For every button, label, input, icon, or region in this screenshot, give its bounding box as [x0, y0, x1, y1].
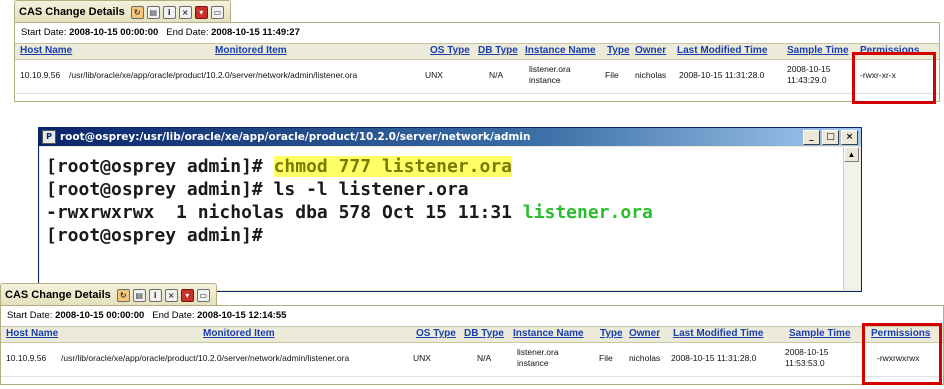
col-os-type[interactable]: OS Type [430, 45, 470, 56]
cell-sample-2: 11:43:29.0 [787, 75, 827, 85]
panel-tab[interactable]: CAS Change Details ↻ ▤ i × ▾ ▭ [0, 283, 217, 306]
date-range: Start Date: 2008-10-15 00:00:00 End Date… [7, 310, 286, 321]
close-icon[interactable]: × [178, 5, 192, 19]
terminal-title: root@osprey:/usr/lib/oracle/xe/app/oracl… [60, 131, 531, 143]
terminal-line-1: [root@osprey admin]# chmod 777 listener.… [46, 156, 512, 178]
panel-tab[interactable]: CAS Change Details ↻ ▤ i × ▾ ▭ [14, 0, 231, 23]
cell-type: File [599, 353, 613, 363]
col-owner[interactable]: Owner [629, 328, 660, 339]
refresh-icon[interactable]: ↻ [116, 288, 130, 302]
info-icon[interactable]: i [162, 5, 176, 19]
cell-item: /usr/lib/oracle/xe/app/oracle/product/10… [61, 353, 350, 363]
cell-instance-2: instance [517, 358, 549, 368]
terminal-screen[interactable]: [root@osprey admin]# chmod 777 listener.… [40, 147, 843, 290]
ls-output: -rwxrwxrwx 1 nicholas dba 578 Oct 15 11:… [46, 202, 523, 223]
col-db-type[interactable]: DB Type [464, 328, 504, 339]
terminal-title-bar[interactable]: P root@osprey:/usr/lib/oracle/xe/app/ora… [39, 128, 861, 146]
col-db-type[interactable]: DB Type [478, 45, 518, 56]
cell-instance-1: listener.ora [529, 64, 571, 74]
cell-sample-2: 11:53:53.0 [785, 358, 825, 368]
print-icon[interactable]: ▤ [132, 288, 146, 302]
permissions-highlight-box [852, 52, 936, 104]
cell-instance-2: instance [529, 75, 561, 85]
col-instance-name[interactable]: Instance Name [525, 45, 596, 56]
cell-modified: 2008-10-15 11:31:28.0 [679, 70, 765, 80]
cell-owner: nicholas [635, 70, 667, 80]
terminal-scrollbar[interactable]: ▲ [843, 147, 860, 290]
cell-modified: 2008-10-15 11:31:28.0 [671, 353, 757, 363]
col-instance-name[interactable]: Instance Name [513, 328, 584, 339]
panel-body: Start Date: 2008-10-15 00:00:00 End Date… [0, 305, 944, 385]
dropdown-icon[interactable]: ▾ [194, 5, 208, 19]
panel-body: Start Date: 2008-10-15 00:00:00 End Date… [14, 22, 940, 102]
start-date-label: Start Date: [21, 27, 67, 38]
close-button[interactable]: × [841, 130, 858, 145]
end-date-value: 2008-10-15 12:14:55 [197, 310, 287, 321]
dropdown-icon[interactable]: ▾ [180, 288, 194, 302]
terminal-line-2: [root@osprey admin]# ls -l listener.ora [46, 179, 469, 200]
col-monitored-item[interactable]: Monitored Item [215, 45, 287, 56]
cell-item: /usr/lib/oracle/xe/app/oracle/product/10… [69, 70, 358, 80]
maximize-button[interactable]: □ [822, 130, 839, 145]
cell-db: N/A [489, 70, 504, 80]
listener-file-name: listener.ora [522, 202, 653, 223]
info-icon[interactable]: i [148, 288, 162, 302]
col-last-modified-time[interactable]: Last Modified Time [673, 328, 763, 339]
cell-host: 10.10.9.56 [6, 353, 47, 363]
col-sample-time[interactable]: Sample Time [787, 45, 849, 56]
end-date-label: End Date: [152, 310, 195, 321]
terminal-line-4: [root@osprey admin]# [46, 225, 263, 246]
window-icon[interactable]: ▭ [196, 288, 210, 302]
col-host-name[interactable]: Host Name [6, 328, 58, 339]
cell-host: 10.10.9.56 [20, 70, 61, 80]
cell-os: UNX [425, 70, 443, 80]
window-icon[interactable]: ▭ [210, 5, 224, 19]
refresh-icon[interactable]: ↻ [130, 5, 144, 19]
cell-os: UNX [413, 353, 431, 363]
end-date-value: 2008-10-15 11:49:27 [211, 27, 300, 38]
start-date-value: 2008-10-15 00:00:00 [69, 27, 159, 38]
terminal-line-3: -rwxrwxrwx 1 nicholas dba 578 Oct 15 11:… [46, 202, 653, 224]
col-sample-time[interactable]: Sample Time [789, 328, 851, 339]
permissions-highlight-box [862, 323, 942, 385]
start-date-label: Start Date: [7, 310, 53, 321]
col-owner[interactable]: Owner [635, 45, 666, 56]
table-row[interactable]: 10.10.9.56 /usr/lib/oracle/xe/app/oracle… [15, 59, 939, 94]
col-type[interactable]: Type [600, 328, 623, 339]
print-icon[interactable]: ▤ [146, 5, 160, 19]
putty-terminal-window: P root@osprey:/usr/lib/oracle/xe/app/ora… [38, 127, 862, 292]
col-host-name[interactable]: Host Name [20, 45, 72, 56]
putty-icon: P [42, 130, 56, 144]
close-icon[interactable]: × [164, 288, 178, 302]
cell-sample-1: 2008-10-15 [787, 64, 831, 74]
col-type[interactable]: Type [607, 45, 630, 56]
col-last-modified-time[interactable]: Last Modified Time [677, 45, 767, 56]
table-header: Host Name Monitored Item OS Type DB Type… [1, 326, 943, 343]
cas-change-details-panel-before: CAS Change Details ↻ ▤ i × ▾ ▭ Start Dat… [0, 0, 944, 106]
table-header: Host Name Monitored Item OS Type DB Type… [15, 43, 939, 60]
cas-change-details-panel-after: CAS Change Details ↻ ▤ i × ▾ ▭ Start Dat… [0, 283, 944, 389]
date-range: Start Date: 2008-10-15 00:00:00 End Date… [21, 27, 300, 38]
window-controls: _ □ × [803, 130, 858, 145]
prompt: [root@osprey admin]# [46, 156, 274, 177]
cell-type: File [605, 70, 619, 80]
chmod-command: chmod 777 listener.ora [273, 156, 512, 177]
cell-db: N/A [477, 353, 492, 363]
cell-owner: nicholas [629, 353, 661, 363]
panel-title: CAS Change Details [5, 289, 111, 301]
scroll-up-arrow-icon[interactable]: ▲ [844, 147, 859, 162]
start-date-value: 2008-10-15 00:00:00 [55, 310, 145, 321]
panel-title: CAS Change Details [19, 6, 125, 18]
col-os-type[interactable]: OS Type [416, 328, 456, 339]
col-monitored-item[interactable]: Monitored Item [203, 328, 275, 339]
cell-instance-1: listener.ora [517, 347, 559, 357]
end-date-label: End Date: [166, 27, 209, 38]
minimize-button[interactable]: _ [803, 130, 820, 145]
table-row[interactable]: 10.10.9.56 /usr/lib/oracle/xe/app/oracle… [1, 342, 943, 377]
cell-sample-1: 2008-10-15 [785, 347, 829, 357]
